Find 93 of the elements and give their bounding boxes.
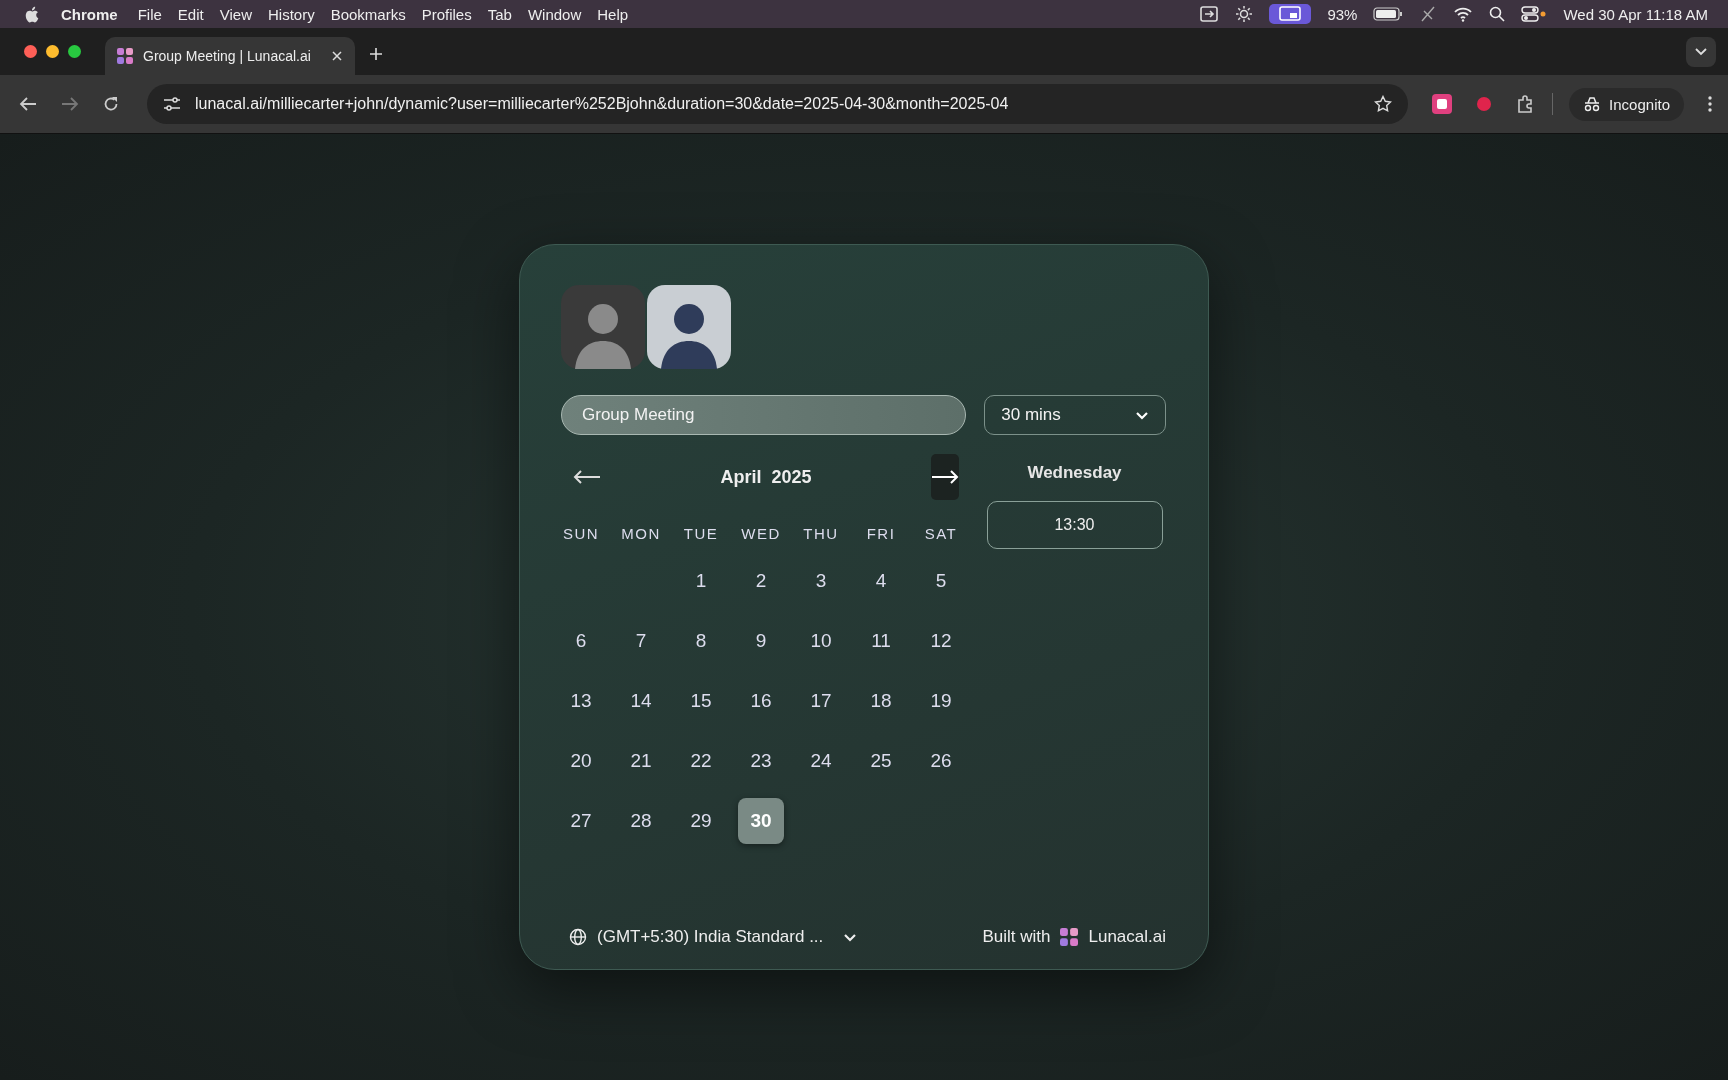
- url-text: lunacal.ai/milliecarter+john/dynamic?user=milliecarter%252Bjohn&duration=30&date=2025-04-30&month=2025-04: [195, 95, 1009, 113]
- more-menu-icon[interactable]: [1708, 96, 1712, 112]
- address-bar[interactable]: lunacal.ai/milliecarter+john/dynamic?user=milliecarter%252Bjohn&duration=30&date=2025-04-30&month=2025-04: [147, 84, 1409, 124]
- new-tab-icon[interactable]: [369, 46, 383, 61]
- duration-dropdown[interactable]: 30 mins: [984, 395, 1166, 435]
- time-slot-button[interactable]: 13:30: [986, 501, 1163, 549]
- brand-link[interactable]: Lunacal.ai: [1088, 927, 1166, 947]
- weekday-label: SUN: [561, 523, 601, 544]
- calendar-day[interactable]: 21: [618, 738, 664, 784]
- record-dot-icon[interactable]: [1476, 96, 1493, 112]
- wifi-icon[interactable]: [1453, 6, 1474, 22]
- calendar-day[interactable]: 19: [918, 678, 964, 724]
- calendar-day[interactable]: 5: [918, 558, 964, 604]
- brightness-icon[interactable]: [1235, 5, 1254, 23]
- browser-tab[interactable]: Group Meeting | Lunacal.ai: [105, 37, 355, 75]
- search-icon[interactable]: [1489, 6, 1506, 22]
- calendar-day[interactable]: 23: [738, 738, 784, 784]
- calendar-day[interactable]: 16: [738, 678, 784, 724]
- calendar-day[interactable]: 3: [798, 558, 844, 604]
- site-settings-icon[interactable]: [163, 96, 181, 112]
- next-month-button[interactable]: [931, 454, 959, 500]
- extension-icon[interactable]: [1432, 94, 1453, 114]
- calendar-day[interactable]: 14: [618, 678, 664, 724]
- right-arrow-icon: [931, 470, 959, 484]
- calendar-day[interactable]: 4: [858, 558, 904, 604]
- calendar-day[interactable]: 12: [918, 618, 964, 664]
- calendar-day[interactable]: 9: [738, 618, 784, 664]
- calendar-day[interactable]: 27: [558, 798, 604, 844]
- display-status-icon[interactable]: [1269, 4, 1312, 24]
- menu-item[interactable]: Profiles: [421, 5, 472, 23]
- screen-mirroring-icon[interactable]: [1199, 5, 1220, 23]
- minimize-window-button[interactable]: [46, 45, 59, 58]
- menu-item[interactable]: Bookmarks: [330, 5, 406, 23]
- battery-percentage: 93%: [1327, 5, 1358, 23]
- bookmark-star-icon[interactable]: [1374, 95, 1393, 113]
- weekday-label: MON: [620, 523, 662, 544]
- zoom-window-button[interactable]: [68, 45, 81, 58]
- calendar-day[interactable]: 18: [858, 678, 904, 724]
- selected-day-heading: Wednesday: [1027, 463, 1122, 484]
- weekday-label: SAT: [923, 523, 959, 544]
- calendar-day[interactable]: 8: [678, 618, 724, 664]
- calendar-day[interactable]: 30: [738, 798, 784, 844]
- chevron-down-icon: [1135, 410, 1149, 420]
- chevron-down-icon: [1695, 47, 1707, 56]
- calendar-day[interactable]: 2: [738, 558, 784, 604]
- calendar-day[interactable]: 10: [798, 618, 844, 664]
- calendar-day[interactable]: 13: [558, 678, 604, 724]
- menu-item[interactable]: Window: [527, 5, 582, 23]
- menu-item[interactable]: History: [267, 5, 315, 23]
- weekday-label: FRI: [865, 523, 897, 544]
- close-window-button[interactable]: [24, 45, 37, 58]
- calendar-day[interactable]: 24: [798, 738, 844, 784]
- timezone-dropdown[interactable]: (GMT+5:30) India Standard ...: [569, 927, 858, 947]
- forward-icon[interactable]: [61, 96, 79, 112]
- calendar-day[interactable]: 1: [678, 558, 724, 604]
- tab-search-button[interactable]: [1686, 36, 1716, 67]
- month-year-label: April 2025: [720, 466, 812, 488]
- grid-logo-icon: [117, 48, 133, 64]
- calendar-day[interactable]: 25: [858, 738, 904, 784]
- menu-item[interactable]: Tab: [487, 5, 512, 23]
- calendar-day[interactable]: 22: [678, 738, 724, 784]
- weekday-label: THU: [802, 523, 840, 544]
- calendar-day[interactable]: 6: [558, 618, 604, 664]
- grid-logo-icon: [1060, 928, 1079, 946]
- calendar-day[interactable]: 28: [618, 798, 664, 844]
- calendar-day[interactable]: 17: [798, 678, 844, 724]
- battery-icon[interactable]: [1373, 7, 1404, 21]
- menu-item[interactable]: File: [137, 5, 162, 23]
- incognito-icon: [1583, 96, 1602, 112]
- chevron-down-icon: [843, 932, 858, 942]
- close-tab-icon[interactable]: [331, 50, 343, 62]
- calendar-day[interactable]: 7: [618, 618, 664, 664]
- calendar-day[interactable]: 15: [678, 678, 724, 724]
- control-center-icon[interactable]: [1521, 6, 1548, 22]
- weekday-label: WED: [740, 523, 782, 544]
- previous-month-icon[interactable]: [573, 470, 601, 484]
- incognito-button[interactable]: Incognito: [1569, 87, 1684, 121]
- calendar-day[interactable]: 26: [918, 738, 964, 784]
- calendar-day[interactable]: 29: [678, 798, 724, 844]
- back-icon[interactable]: [19, 96, 37, 112]
- app-menu[interactable]: Chrome: [61, 5, 118, 23]
- menu-bar-clock[interactable]: Wed 30 Apr 11:18 AM: [1563, 5, 1708, 23]
- reload-icon[interactable]: [103, 96, 119, 112]
- menu-item[interactable]: View: [219, 5, 252, 23]
- calendar-day[interactable]: 20: [558, 738, 604, 784]
- globe-icon: [569, 928, 587, 946]
- built-with-text: Built with: [982, 927, 1051, 947]
- event-title-field[interactable]: Group Meeting: [561, 395, 967, 435]
- menu-item[interactable]: Edit: [177, 5, 204, 23]
- menu-item[interactable]: Help: [597, 5, 629, 23]
- weekday-label: TUE: [682, 523, 720, 544]
- apple-logo-icon[interactable]: [24, 5, 39, 23]
- calendar-day[interactable]: 11: [858, 618, 904, 664]
